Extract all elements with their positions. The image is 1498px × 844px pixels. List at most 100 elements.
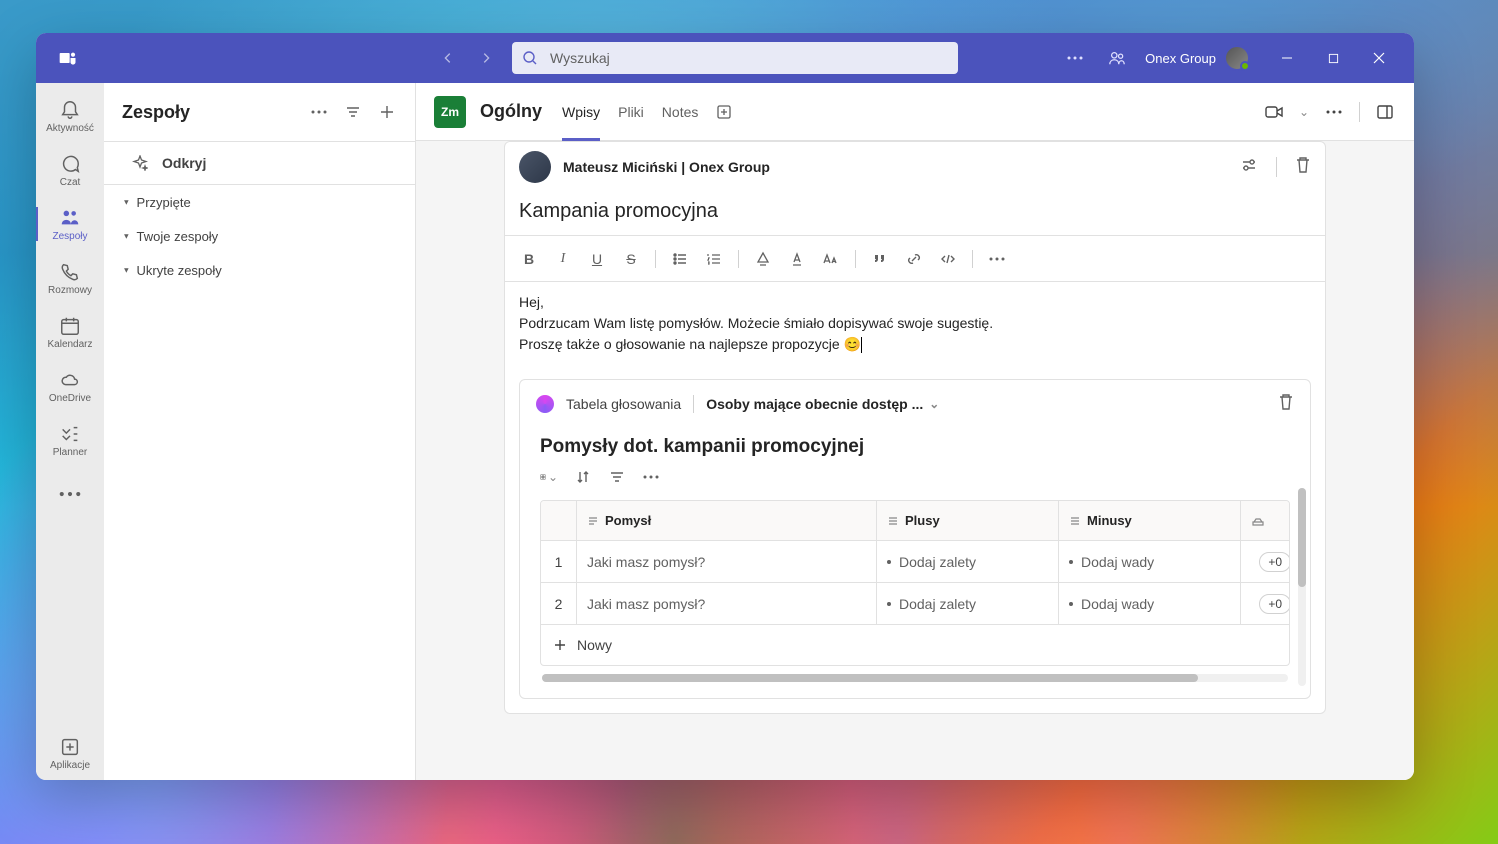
strike-button[interactable]: S bbox=[621, 249, 641, 269]
presence-indicator bbox=[1240, 61, 1250, 71]
link-button[interactable] bbox=[904, 249, 924, 269]
panel-more-button[interactable] bbox=[309, 102, 329, 122]
sparkle-icon bbox=[132, 155, 148, 171]
people-icon[interactable] bbox=[1103, 44, 1131, 72]
channel-more-button[interactable] bbox=[1323, 101, 1345, 123]
column-pros[interactable]: Plusy bbox=[877, 501, 1059, 540]
voting-table: Pomysł Plusy Minusy bbox=[540, 500, 1290, 666]
panel-add-button[interactable] bbox=[377, 102, 397, 122]
loop-horizontal-scrollbar[interactable] bbox=[542, 674, 1288, 682]
more-options-button[interactable] bbox=[1061, 44, 1089, 72]
panel-filter-button[interactable] bbox=[343, 102, 363, 122]
table-row[interactable]: 2 Jaki masz pomysł? Dodaj zalety Dodaj w… bbox=[541, 583, 1289, 625]
chevron-down-icon[interactable]: ⌄ bbox=[1299, 105, 1309, 119]
search-icon bbox=[522, 50, 538, 66]
chevron-right-icon: ▸ bbox=[121, 200, 132, 205]
tab-files[interactable]: Pliki bbox=[618, 83, 644, 141]
rail-activity[interactable]: Aktywność bbox=[36, 89, 104, 143]
idea-cell[interactable]: Jaki masz pomysł? bbox=[577, 583, 877, 624]
bell-icon bbox=[59, 99, 81, 121]
column-idea[interactable]: Pomysł bbox=[577, 501, 877, 540]
vote-pill[interactable]: +0 bbox=[1259, 594, 1290, 614]
highlight-button[interactable] bbox=[753, 249, 773, 269]
channel-name: Ogólny bbox=[480, 101, 542, 122]
cloud-icon bbox=[59, 369, 81, 391]
search-input[interactable] bbox=[550, 50, 948, 66]
font-color-button[interactable] bbox=[787, 249, 807, 269]
tab-posts[interactable]: Wpisy bbox=[562, 83, 600, 141]
tab-add[interactable] bbox=[716, 83, 732, 141]
user-avatar[interactable] bbox=[1224, 45, 1250, 71]
compose-body[interactable]: Hej, Podrzucam Wam listę pomysłów. Możec… bbox=[505, 282, 1325, 365]
section-your-teams[interactable]: ▸ Twoje zespoły bbox=[104, 219, 415, 253]
chat-icon bbox=[59, 153, 81, 175]
rail-chat[interactable]: Czat bbox=[36, 143, 104, 197]
bold-button[interactable]: B bbox=[519, 249, 539, 269]
section-pinned[interactable]: ▸ Przypięte bbox=[104, 185, 415, 219]
loop-title[interactable]: Pomysły dot. kampanii promocyjnej bbox=[540, 436, 1290, 458]
format-more-button[interactable] bbox=[987, 249, 1007, 269]
tenant-switcher[interactable]: Onex Group bbox=[1145, 45, 1250, 71]
table-view-button[interactable]: ⌄ bbox=[540, 468, 558, 486]
italic-button[interactable]: I bbox=[553, 249, 573, 269]
main-content: Zm Ogólny Wpisy Pliki Notes ⌄ bbox=[416, 83, 1414, 780]
underline-button[interactable]: U bbox=[587, 249, 607, 269]
phone-icon bbox=[59, 261, 81, 283]
column-vote[interactable] bbox=[1241, 501, 1290, 540]
filter-button[interactable] bbox=[608, 468, 626, 486]
search-box[interactable] bbox=[512, 42, 958, 74]
compose-options-button[interactable] bbox=[1240, 156, 1258, 179]
pros-cell[interactable]: Dodaj zalety bbox=[877, 583, 1059, 624]
window-close-button[interactable] bbox=[1356, 42, 1402, 74]
channel-header: Zm Ogólny Wpisy Pliki Notes ⌄ bbox=[416, 83, 1414, 141]
window-minimize-button[interactable] bbox=[1264, 42, 1310, 74]
compose-delete-button[interactable] bbox=[1295, 156, 1311, 179]
pros-cell[interactable]: Dodaj zalety bbox=[877, 541, 1059, 582]
table-row[interactable]: 1 Jaki masz pomysł? Dodaj zalety Dodaj w… bbox=[541, 541, 1289, 583]
quote-button[interactable] bbox=[870, 249, 890, 269]
teams-window: Onex Group Aktywność bbox=[36, 33, 1414, 780]
nav-back-button[interactable] bbox=[432, 42, 464, 74]
rail-apps[interactable]: Aplikacje bbox=[36, 726, 104, 780]
loop-delete-button[interactable] bbox=[1278, 393, 1294, 416]
meet-button[interactable] bbox=[1263, 101, 1285, 123]
compose-subject[interactable]: Kampania promocyjna bbox=[505, 192, 1325, 236]
panel-title: Zespoły bbox=[122, 102, 309, 123]
loop-more-button[interactable] bbox=[642, 468, 660, 486]
open-pane-button[interactable] bbox=[1374, 101, 1396, 123]
loop-component: Tabela głosowania Osoby mające obecnie d… bbox=[519, 379, 1311, 699]
compose-card: Mateusz Miciński | Onex Group Kampania p… bbox=[504, 141, 1326, 714]
window-maximize-button[interactable] bbox=[1310, 42, 1356, 74]
loop-access-dropdown[interactable]: Osoby mające obecnie dostęp ... ⌄ bbox=[706, 396, 939, 412]
loop-vertical-scrollbar[interactable] bbox=[1298, 488, 1306, 686]
font-size-button[interactable] bbox=[821, 249, 841, 269]
code-button[interactable] bbox=[938, 249, 958, 269]
sort-button[interactable] bbox=[574, 468, 592, 486]
tenant-name: Onex Group bbox=[1145, 51, 1216, 66]
author-name: Mateusz Miciński | Onex Group bbox=[563, 159, 770, 175]
cons-cell[interactable]: Dodaj wady bbox=[1059, 583, 1241, 624]
idea-cell[interactable]: Jaki masz pomysł? bbox=[577, 541, 877, 582]
add-row-button[interactable]: Nowy bbox=[541, 625, 1289, 665]
rail-planner[interactable]: Planner bbox=[36, 413, 104, 467]
chevron-right-icon: ▸ bbox=[121, 234, 132, 239]
cons-cell[interactable]: Dodaj wady bbox=[1059, 541, 1241, 582]
rail-more[interactable] bbox=[36, 467, 104, 521]
bullet-list-button[interactable] bbox=[670, 249, 690, 269]
plus-icon bbox=[553, 638, 567, 652]
tab-notes[interactable]: Notes bbox=[662, 83, 699, 141]
rail-onedrive[interactable]: OneDrive bbox=[36, 359, 104, 413]
rail-calls[interactable]: Rozmowy bbox=[36, 251, 104, 305]
rail-teams[interactable]: Zespoły bbox=[36, 197, 104, 251]
app-rail: Aktywność Czat Zespoły Rozmowy Kalendarz… bbox=[36, 83, 104, 780]
chevron-right-icon: ▸ bbox=[121, 268, 132, 273]
rail-calendar[interactable]: Kalendarz bbox=[36, 305, 104, 359]
section-hidden-teams[interactable]: ▸ Ukryte zespoły bbox=[104, 253, 415, 287]
nav-forward-button[interactable] bbox=[470, 42, 502, 74]
number-list-button[interactable] bbox=[704, 249, 724, 269]
discover-row[interactable]: Odkryj bbox=[104, 141, 415, 185]
apps-icon bbox=[59, 736, 81, 758]
format-toolbar: B I U S bbox=[505, 236, 1325, 282]
column-cons[interactable]: Minusy bbox=[1059, 501, 1241, 540]
vote-pill[interactable]: +0 bbox=[1259, 552, 1290, 572]
